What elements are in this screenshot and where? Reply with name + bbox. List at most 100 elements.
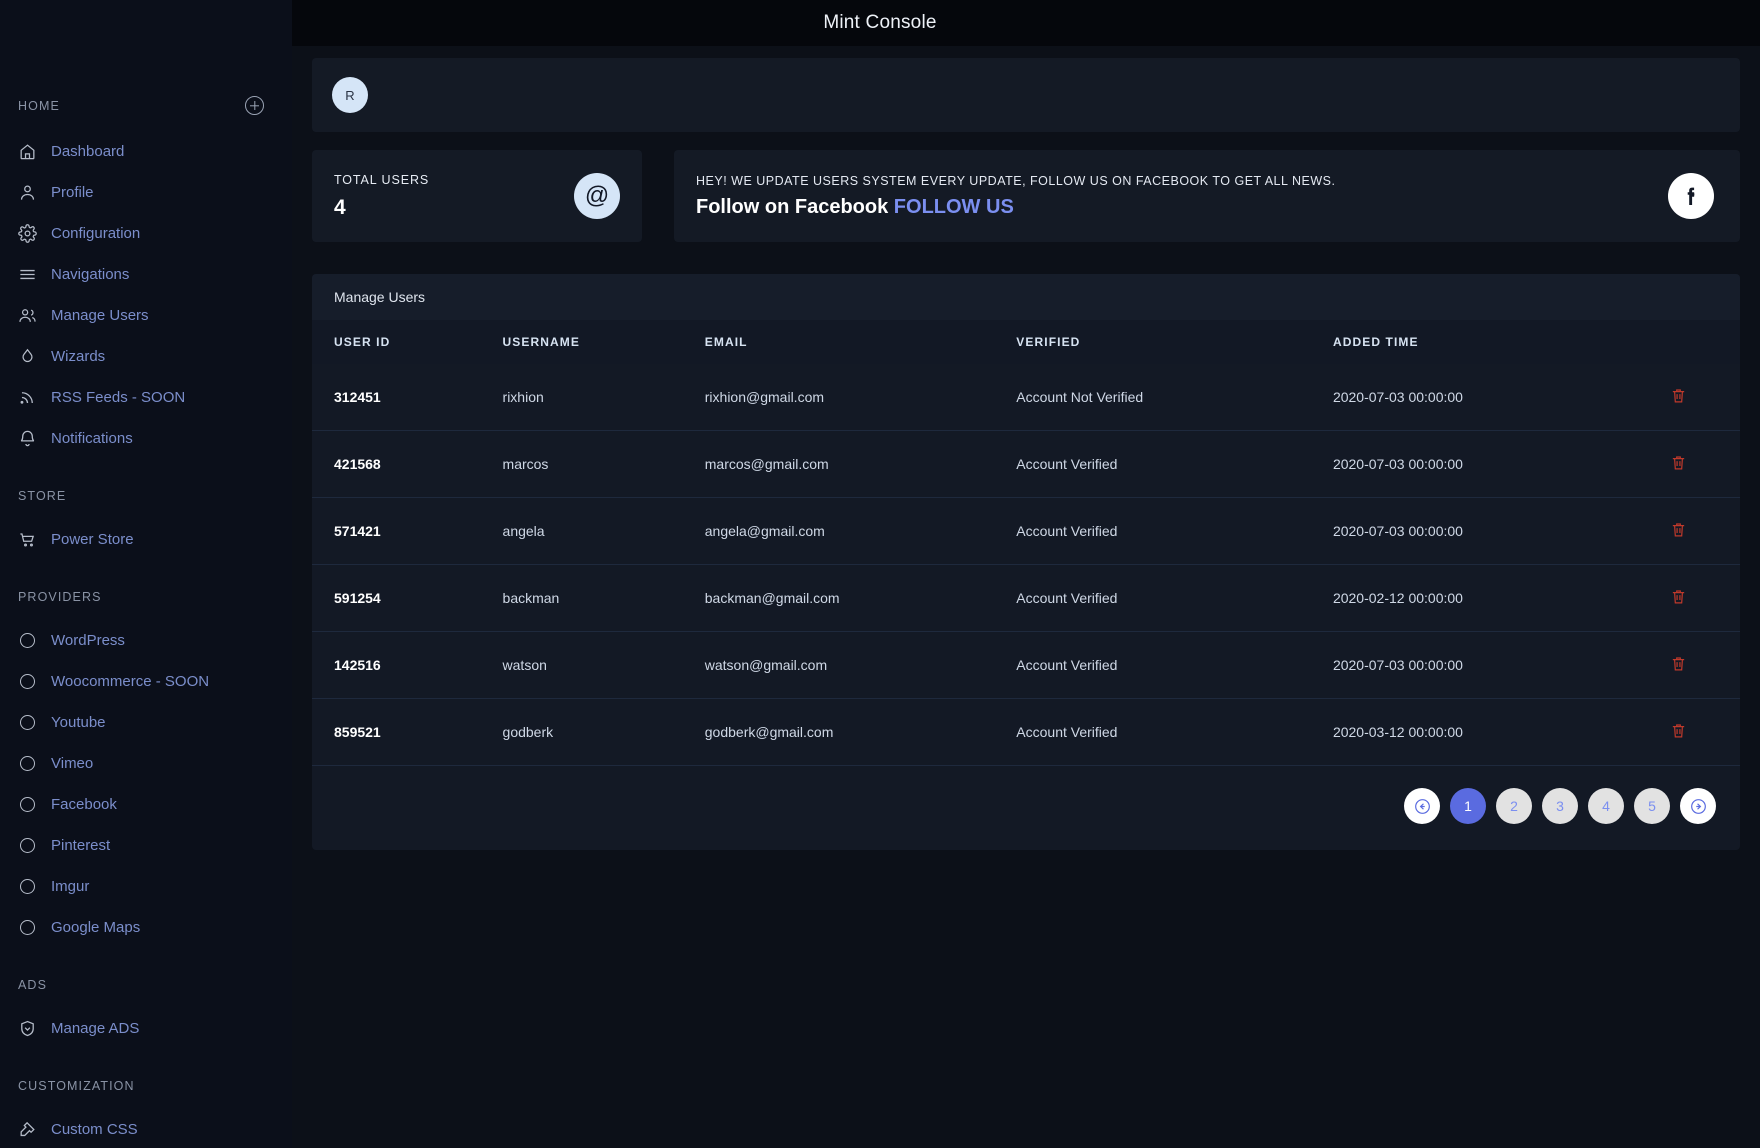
sidebar-item-configuration[interactable]: Configuration [0, 213, 292, 254]
cell-added-time: 2020-07-03 00:00:00 [1310, 631, 1649, 699]
add-icon[interactable] [245, 96, 264, 115]
cell-username: marcos [480, 430, 683, 498]
cell-actions [1648, 564, 1740, 632]
sidebar-item-label: Manage ADS [51, 1020, 140, 1037]
shield-icon [18, 1019, 37, 1038]
sidebar-item-label: Navigations [51, 266, 130, 283]
circle-icon [18, 836, 37, 855]
table-row: 859521 godberk godberk@gmail.com Account Ve… [312, 698, 1740, 765]
cell-username: watson [480, 631, 683, 699]
total-users-card: TOTAL USERS 4 @ [312, 150, 642, 242]
avatar[interactable]: R [332, 77, 368, 113]
cart-icon [18, 530, 37, 549]
table-title: Manage Users [312, 274, 1740, 320]
cell-added-time: 2020-07-03 00:00:00 [1310, 497, 1649, 565]
sidebar-item-label: Pinterest [51, 837, 111, 854]
cell-user-id: 312451 [334, 389, 381, 405]
facebook-icon[interactable] [1668, 173, 1714, 219]
cell-email: marcos@gmail.com [682, 430, 995, 498]
sidebar-item-notifications[interactable]: Notifications [0, 418, 292, 459]
cell-verified: Account Verified [994, 698, 1311, 765]
pagination-page-3[interactable]: 3 [1542, 788, 1578, 824]
sidebar-item-manage-ads[interactable]: Manage ADS [0, 1008, 292, 1049]
sidebar-item-wordpress[interactable]: WordPress [0, 620, 292, 661]
follow-us-link[interactable]: FOLLOW US [894, 196, 1014, 218]
sidebar-item-vimeo[interactable]: Vimeo [0, 743, 292, 784]
manage-users-table: USER ID USERNAME EMAIL VERIFIED ADDED TI… [312, 320, 1740, 765]
pagination-page-2[interactable]: 2 [1496, 788, 1532, 824]
circle-icon [18, 672, 37, 691]
sidebar-item-navigations[interactable]: Navigations [0, 254, 292, 295]
cell-verified: Account Verified [994, 497, 1311, 565]
sidebar-item-custom-css[interactable]: Custom CSS [0, 1109, 292, 1148]
table-row: 571421 angela angela@gmail.com Account Veri… [312, 497, 1740, 565]
nav-group-title: HOME [18, 98, 60, 113]
circle-icon [18, 877, 37, 896]
cell-verified: Account Verified [994, 631, 1311, 699]
column-header-added-time: ADDED TIME [1310, 320, 1649, 364]
sidebar-item-imgur[interactable]: Imgur [0, 866, 292, 907]
circle-icon [18, 795, 37, 814]
cell-actions [1648, 497, 1740, 565]
nav-group-providers: PROVIDERS [0, 590, 292, 604]
sidebar-item-label: Youtube [51, 714, 106, 731]
app-root: Mint Console HOME Dashboard Profile Configu… [0, 0, 1760, 1148]
cell-username: rixhion [502, 389, 544, 405]
home-icon [18, 142, 37, 161]
sidebar-item-manage-users[interactable]: Manage Users [0, 295, 292, 336]
cell-actions [1648, 631, 1740, 699]
facebook-banner: HEY! WE UPDATE USERS SYSTEM EVERY UPDATE… [674, 150, 1740, 242]
trash-icon[interactable] [1670, 521, 1687, 538]
droplet-icon [18, 347, 37, 366]
column-header-actions [1648, 320, 1740, 364]
sidebar-item-facebook[interactable]: Facebook [0, 784, 292, 825]
trash-icon[interactable] [1670, 655, 1687, 672]
nav-group-title: CUSTOMIZATION [18, 1079, 135, 1093]
sidebar-item-dashboard[interactable]: Dashboard [0, 131, 292, 172]
cell-verified: Account Verified [994, 564, 1311, 632]
cell-username: angela [480, 497, 683, 565]
table-row: 312451 rixhion rixhion@gmail.com Account No… [312, 364, 1740, 431]
table-body: 312451 rixhion rixhion@gmail.com Account No… [312, 364, 1740, 765]
trash-icon[interactable] [1670, 588, 1687, 605]
column-header-verified: VERIFIED [994, 320, 1311, 364]
menu-icon [18, 265, 37, 284]
sidebar-item-google-maps[interactable]: Google Maps [0, 907, 292, 948]
sidebar-item-youtube[interactable]: Youtube [0, 702, 292, 743]
sidebar-item-label: Google Maps [51, 919, 141, 936]
facebook-banner-note: HEY! WE UPDATE USERS SYSTEM EVERY UPDATE… [696, 173, 1336, 188]
nav-group-ads: ADS [0, 978, 292, 992]
main-content: R TOTAL USERS 4 @ HEY! WE UPDATE USERS S… [292, 46, 1760, 1148]
trash-icon[interactable] [1670, 387, 1687, 404]
user-icon [18, 183, 37, 202]
sidebar: HOME Dashboard Profile Configuration Navigat… [0, 0, 292, 1148]
facebook-banner-headline: Follow on Facebook FOLLOW US [696, 196, 1335, 219]
sidebar-item-profile[interactable]: Profile [0, 172, 292, 213]
pagination-page-1[interactable]: 1 [1450, 788, 1486, 824]
sidebar-item-rss-feeds-soon[interactable]: RSS Feeds - SOON [0, 377, 292, 418]
sidebar-item-woocommerce-soon[interactable]: Woocommerce - SOON [0, 661, 292, 702]
sidebar-item-pinterest[interactable]: Pinterest [0, 825, 292, 866]
trash-icon[interactable] [1670, 722, 1687, 739]
trash-icon[interactable] [1670, 454, 1687, 471]
sidebar-item-power-store[interactable]: Power Store [0, 519, 292, 560]
gear-icon [18, 224, 37, 243]
bell-icon [18, 429, 37, 448]
cell-username: godberk [480, 698, 683, 765]
circle-icon [18, 713, 37, 732]
pagination-page-5[interactable]: 5 [1634, 788, 1670, 824]
sidebar-item-wizards[interactable]: Wizards [0, 336, 292, 377]
total-users-label: TOTAL USERS [334, 172, 430, 187]
cell-user-id: 591254 [312, 564, 481, 632]
pagination-page-4[interactable]: 4 [1588, 788, 1624, 824]
pagination-prev-button[interactable] [1404, 788, 1440, 824]
cell-actions [1648, 430, 1740, 498]
table-row: 142516 watson watson@gmail.com Account Veri… [312, 631, 1740, 699]
table-header-row: USER ID USERNAME EMAIL VERIFIED ADDED TI… [312, 320, 1740, 364]
cell-user-id: 571421 [312, 497, 481, 565]
at-icon: @ [574, 173, 620, 219]
nav-group-title: STORE [18, 489, 67, 503]
pagination-next-button[interactable] [1680, 788, 1716, 824]
nav-group-customization: CUSTOMIZATION [0, 1079, 292, 1093]
sidebar-item-label: Woocommerce - SOON [51, 673, 210, 690]
